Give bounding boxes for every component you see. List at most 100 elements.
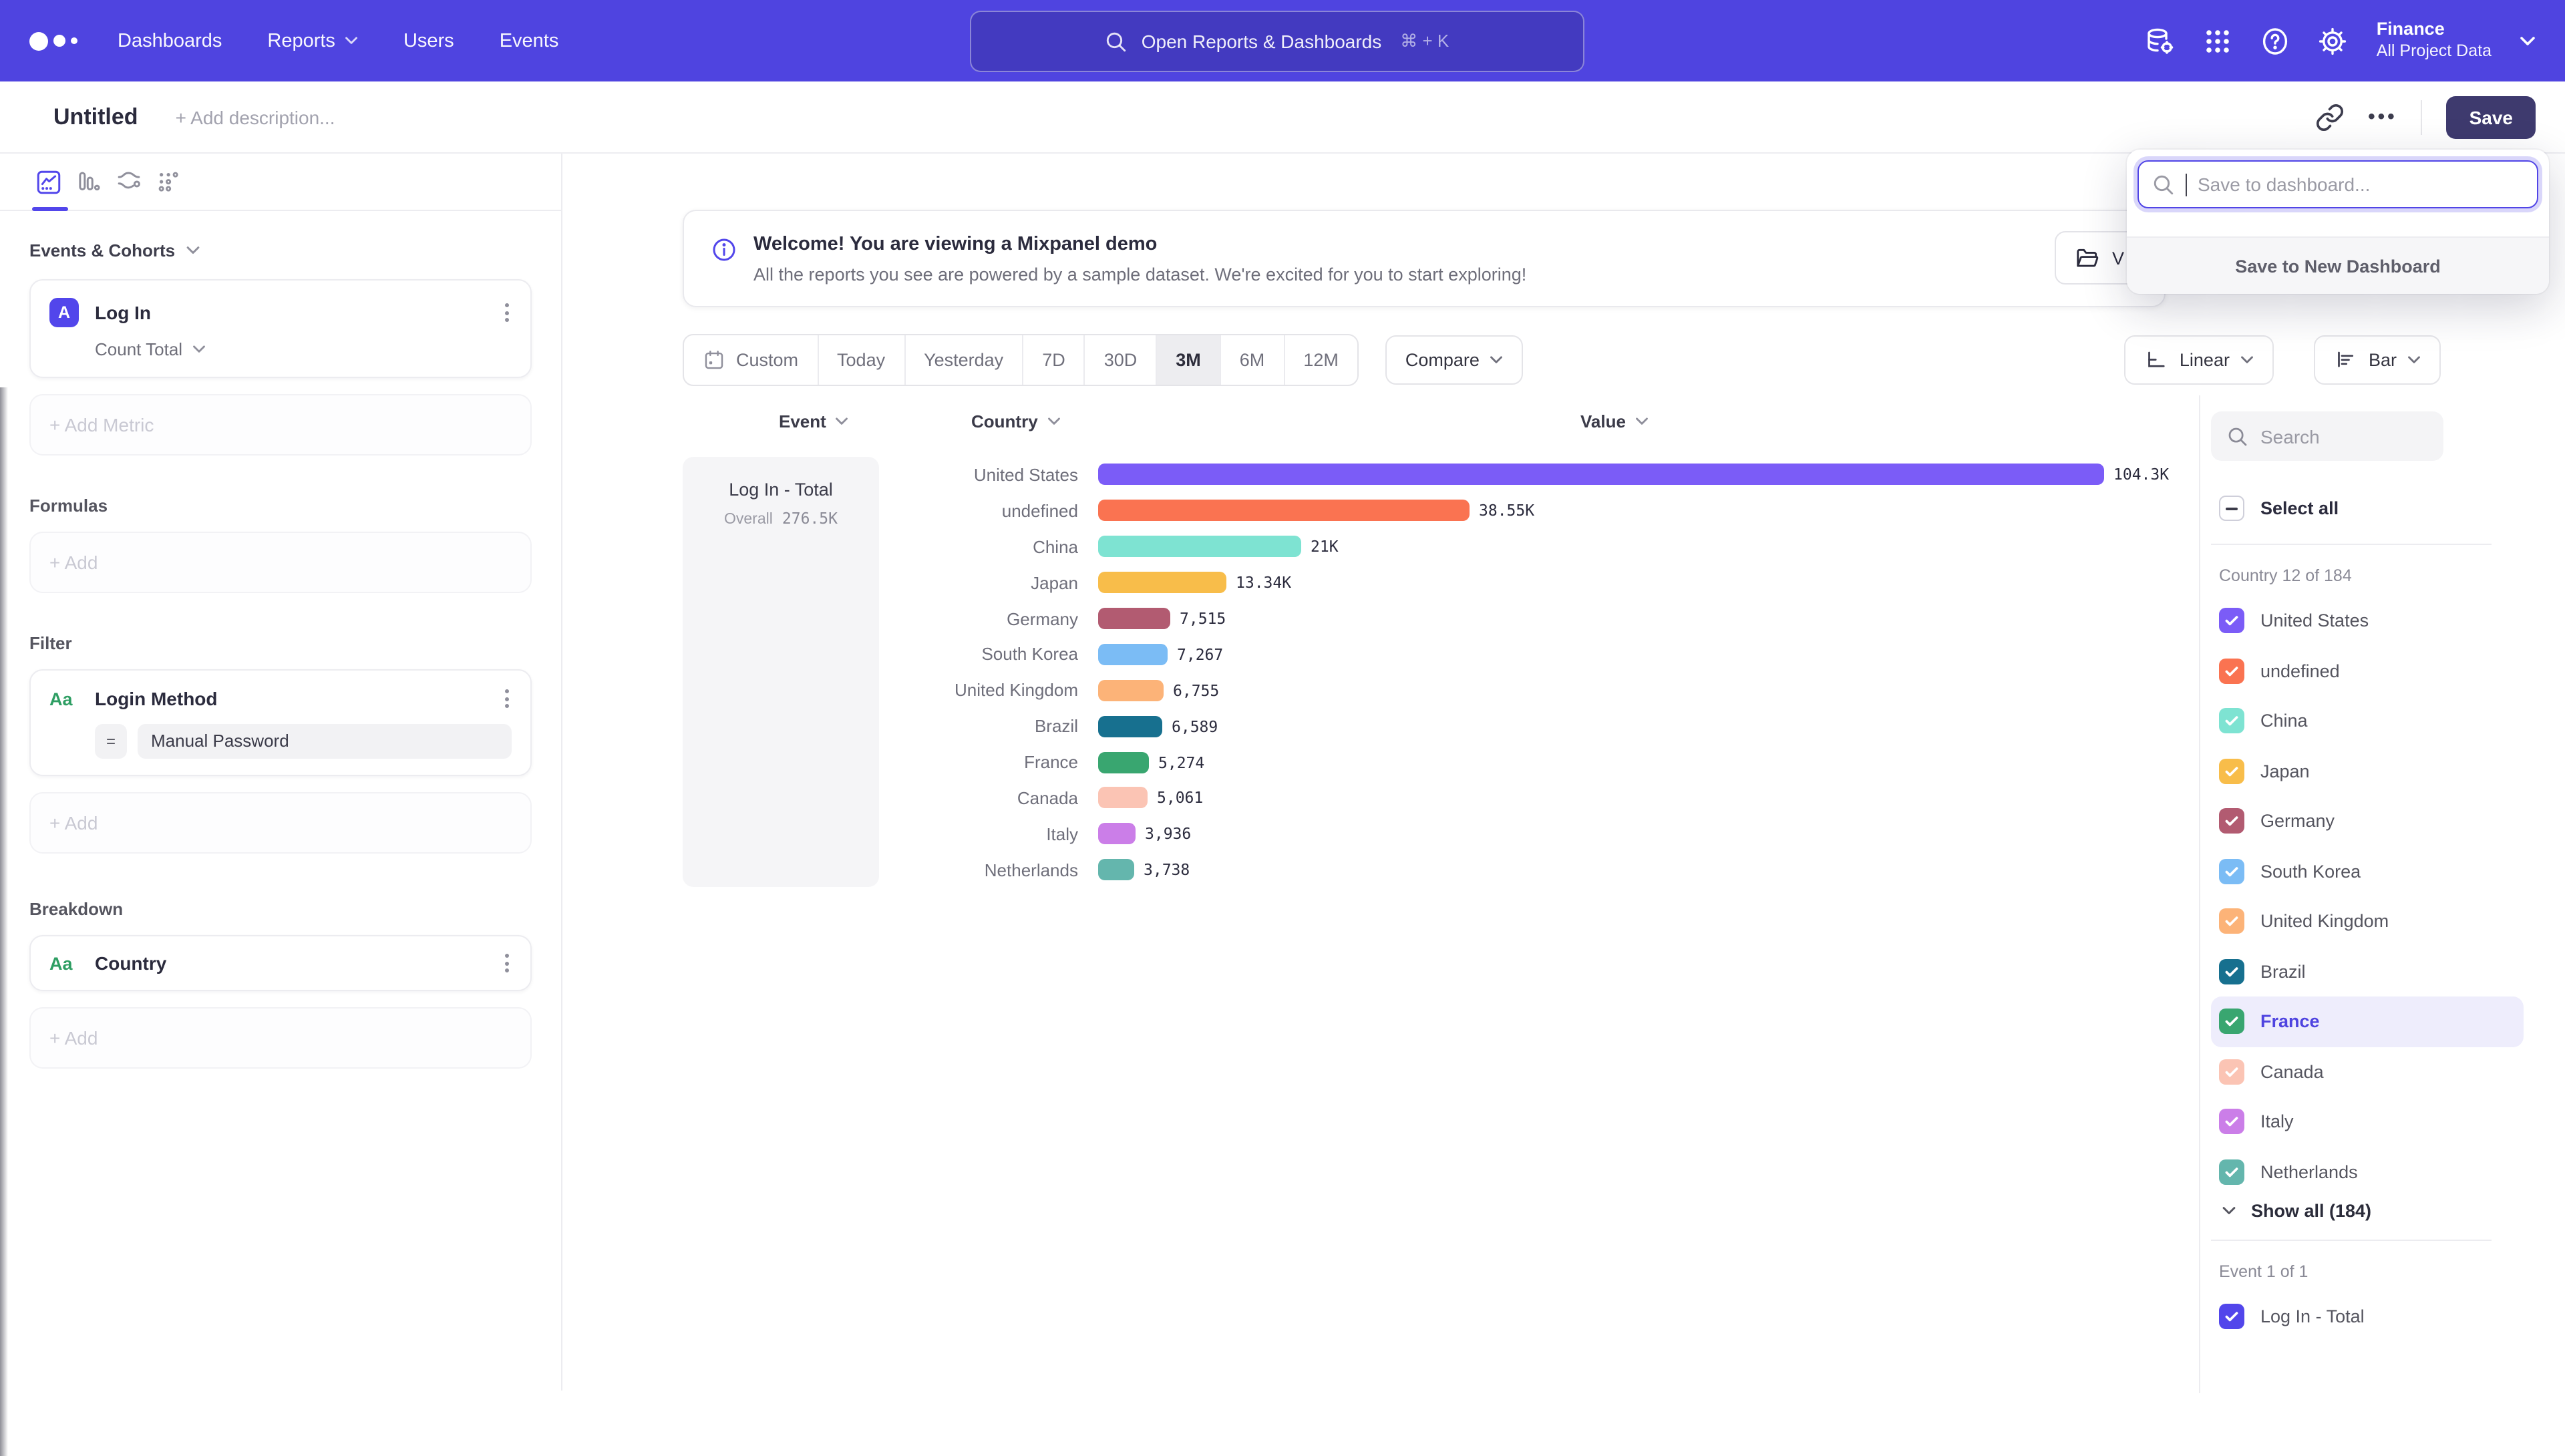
date-range-yesterday[interactable]: Yesterday [904, 335, 1022, 385]
more-options-icon[interactable]: ••• [2368, 102, 2397, 132]
filter-value-input[interactable]: Manual Password [138, 724, 512, 759]
global-search-input[interactable]: Open Reports & Dashboards ⌘ + K [970, 11, 1584, 72]
value-bar[interactable] [1098, 680, 1164, 701]
checked-checkbox-icon[interactable] [2219, 709, 2244, 734]
legend-item-south-korea[interactable]: South Korea [2211, 846, 2524, 896]
value-bar[interactable] [1098, 751, 1149, 773]
nav-item-reports[interactable]: Reports [267, 30, 358, 51]
value-bar[interactable] [1098, 500, 1470, 522]
checked-checkbox-icon[interactable] [2219, 1009, 2244, 1035]
copy-link-icon[interactable] [2315, 102, 2344, 132]
legend-item-united-kingdom[interactable]: United Kingdom [2211, 896, 2524, 946]
value-bar[interactable] [1098, 715, 1162, 737]
legend-item-brazil[interactable]: Brazil [2211, 946, 2524, 996]
legend-item-log-in---total[interactable]: Log In - Total [2211, 1292, 2524, 1342]
data-management-icon[interactable] [2144, 25, 2176, 57]
checked-checkbox-icon[interactable] [2219, 909, 2244, 934]
date-range-30d[interactable]: 30D [1084, 335, 1156, 385]
select-all-checkbox[interactable]: Select all [2211, 496, 2565, 521]
value-bar[interactable] [1098, 787, 1148, 809]
chart-type-select[interactable]: Bar [2314, 335, 2441, 385]
save-button[interactable]: Save [2447, 96, 2536, 138]
legend-search-input[interactable]: Search [2211, 411, 2443, 461]
add-description-field[interactable]: + Add description... [176, 106, 335, 128]
date-range-today[interactable]: Today [817, 335, 904, 385]
legend-item-france[interactable]: France [2211, 996, 2524, 1047]
checked-checkbox-icon[interactable] [2219, 1109, 2244, 1135]
date-range-12m[interactable]: 12M [1283, 335, 1357, 385]
checked-checkbox-icon[interactable] [2219, 809, 2244, 834]
date-range-6m[interactable]: 6M [1220, 335, 1284, 385]
metric-aggregation-select[interactable]: Count Total [95, 339, 512, 359]
value-bar[interactable] [1098, 572, 1226, 593]
metric-card[interactable]: A Log In Count Total [29, 279, 532, 378]
mixpanel-logo-icon[interactable] [29, 31, 77, 50]
show-all-toggle[interactable]: Show all (184) [2211, 1201, 2565, 1221]
nav-item-events[interactable]: Events [500, 30, 559, 51]
event-column-header[interactable]: Event [779, 411, 849, 431]
legend-item-japan[interactable]: Japan [2211, 746, 2524, 796]
tab-flows-icon[interactable] [115, 168, 143, 196]
tab-funnels-icon[interactable] [75, 168, 103, 196]
settings-gear-icon[interactable] [2317, 25, 2349, 57]
breakdown-kebab-icon[interactable] [502, 951, 512, 975]
legend-item-netherlands[interactable]: Netherlands [2211, 1147, 2524, 1197]
events-cohorts-header[interactable]: Events & Cohorts [29, 240, 532, 260]
date-range-7d[interactable]: 7D [1022, 335, 1084, 385]
add-formula-button[interactable]: + Add [29, 532, 532, 593]
add-metric-button[interactable]: + Add Metric [29, 394, 532, 456]
breakdown-card[interactable]: Aa Country [29, 935, 532, 991]
legend-item-label: undefined [2260, 661, 2340, 681]
legend-item-undefined[interactable]: undefined [2211, 646, 2524, 696]
add-breakdown-button[interactable]: + Add [29, 1007, 532, 1069]
chart-scale-select[interactable]: Linear [2125, 335, 2274, 385]
checked-checkbox-icon[interactable] [2219, 759, 2244, 784]
add-filter-button[interactable]: + Add [29, 792, 532, 854]
nav-item-dashboards[interactable]: Dashboards [118, 30, 222, 51]
nav-item-users[interactable]: Users [403, 30, 454, 51]
date-range-custom[interactable]: Custom [684, 335, 817, 385]
breakdown-property-name[interactable]: Country [95, 952, 166, 974]
metric-kebab-icon[interactable] [502, 301, 512, 325]
value-bar[interactable] [1098, 464, 2104, 486]
value-bar[interactable] [1098, 824, 1136, 845]
checked-checkbox-icon[interactable] [2219, 608, 2244, 634]
value-bar[interactable] [1098, 859, 1134, 880]
help-icon[interactable] [2259, 25, 2291, 57]
checked-checkbox-icon[interactable] [2219, 959, 2244, 984]
legend-item-italy[interactable]: Italy [2211, 1097, 2524, 1147]
legend-item-germany[interactable]: Germany [2211, 796, 2524, 846]
date-range-3m[interactable]: 3M [1156, 335, 1220, 385]
checked-checkbox-icon[interactable] [2219, 1159, 2244, 1185]
checked-checkbox-icon[interactable] [2219, 1059, 2244, 1085]
event-series-cell[interactable]: Log In - Total Overall 276.5K [683, 457, 879, 887]
legend-item-canada[interactable]: Canada [2211, 1047, 2524, 1097]
project-selector[interactable]: Finance All Project Data [2377, 19, 2492, 63]
compare-button[interactable]: Compare [1385, 335, 1524, 385]
checked-checkbox-icon[interactable] [2219, 659, 2244, 684]
project-chevron-down-icon[interactable] [2520, 35, 2536, 46]
legend-item-label: Germany [2260, 811, 2335, 832]
value-column-header[interactable]: Value [1580, 411, 1649, 431]
report-title[interactable]: Untitled [53, 104, 138, 130]
info-icon [711, 236, 737, 263]
filter-card[interactable]: Aa Login Method = Manual Password [29, 669, 532, 776]
checked-checkbox-icon[interactable] [2219, 1304, 2244, 1330]
checked-checkbox-icon[interactable] [2219, 859, 2244, 884]
save-dashboard-search-input[interactable]: Save to dashboard... [2138, 160, 2538, 208]
filter-operator-select[interactable]: = [95, 724, 127, 759]
nav-right-cluster: Finance All Project Data [2144, 19, 2536, 63]
value-bar[interactable] [1098, 608, 1170, 629]
legend-item-china[interactable]: China [2211, 696, 2524, 746]
apps-grid-icon[interactable] [2202, 25, 2234, 57]
filter-kebab-icon[interactable] [502, 687, 512, 711]
save-to-new-dashboard-button[interactable]: Save to New Dashboard [2127, 236, 2549, 294]
metric-event-name[interactable]: Log In [95, 302, 151, 323]
tab-retention-icon[interactable] [155, 168, 183, 196]
country-column-header[interactable]: Country [971, 411, 1061, 431]
legend-item-united-states[interactable]: United States [2211, 596, 2524, 646]
filter-property-name[interactable]: Login Method [95, 688, 218, 709]
tab-insights-icon[interactable] [35, 168, 63, 196]
value-bar[interactable] [1098, 644, 1168, 665]
value-bar[interactable] [1098, 536, 1301, 557]
